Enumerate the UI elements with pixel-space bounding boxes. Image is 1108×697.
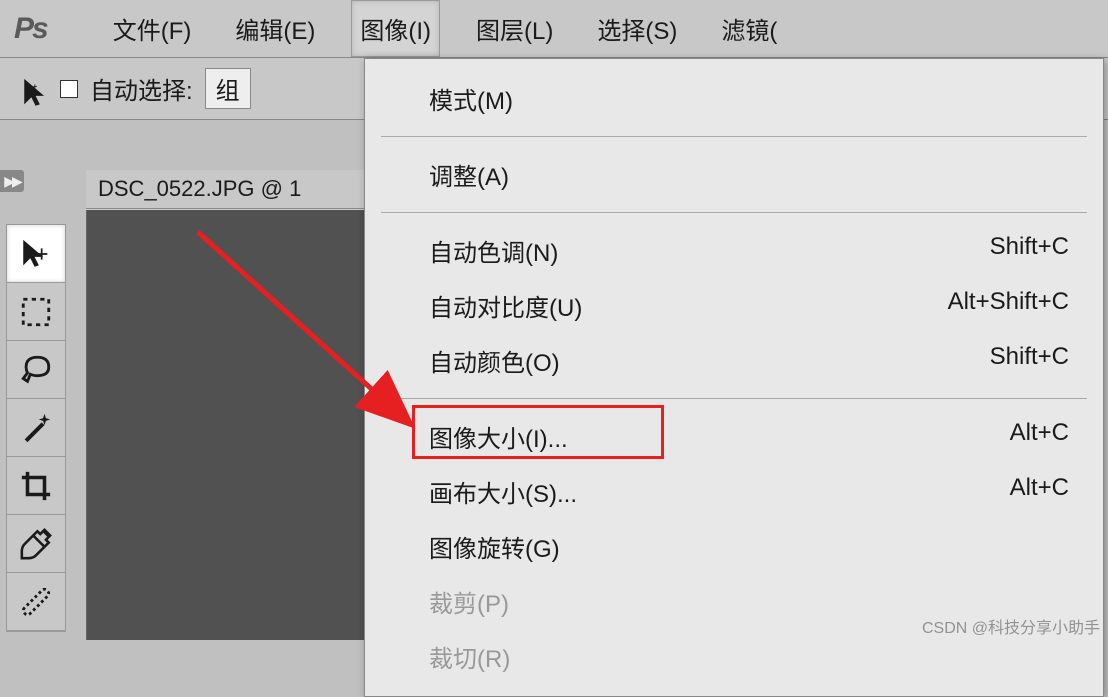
document-area: DSC_0522.JPG @ 1 (86, 170, 386, 640)
menu-layer[interactable]: 图层(L) (468, 1, 561, 56)
menu-image-rotation-label: 图像旋转(G) (429, 529, 560, 564)
magic-wand-tool[interactable] (7, 399, 65, 457)
menu-auto-tone-shortcut: Shift+C (990, 233, 1069, 268)
crop-tool-icon (19, 469, 53, 503)
menu-auto-color-label: 自动颜色(O) (429, 343, 560, 378)
menu-file[interactable]: 文件(F) (105, 1, 200, 56)
menu-filter[interactable]: 滤镜( (713, 1, 785, 56)
watermark: CSDN @科技分享小助手 (922, 614, 1100, 638)
menu-canvas-size-shortcut: Alt+C (1010, 474, 1069, 509)
healing-brush-tool-icon (19, 585, 53, 619)
menu-image-size[interactable]: 图像大小(I)... Alt+C (365, 409, 1103, 464)
auto-select-label: 自动选择: (90, 71, 193, 106)
menu-canvas-size[interactable]: 画布大小(S)... Alt+C (365, 464, 1103, 519)
auto-select-checkbox[interactable] (60, 80, 78, 98)
lasso-tool-icon (19, 353, 53, 387)
toolbox (6, 224, 66, 632)
move-tool[interactable] (7, 225, 65, 283)
image-menu-dropdown: 模式(M) 调整(A) 自动色调(N) Shift+C 自动对比度(U) Alt… (364, 58, 1104, 697)
menu-trim-label: 裁切(R) (429, 639, 510, 674)
menu-image-rotation[interactable]: 图像旋转(G) (365, 519, 1103, 574)
menu-separator (381, 398, 1087, 399)
menu-adjustments[interactable]: 调整(A) (365, 147, 1103, 202)
expand-panels-tab[interactable]: ▶▶ (0, 170, 24, 192)
menu-crop-label: 裁剪(P) (429, 584, 509, 619)
move-tool-icon (19, 237, 53, 271)
menu-auto-contrast[interactable]: 自动对比度(U) Alt+Shift+C (365, 278, 1103, 333)
menu-auto-tone[interactable]: 自动色调(N) Shift+C (365, 223, 1103, 278)
document-tab[interactable]: DSC_0522.JPG @ 1 (86, 170, 386, 209)
menu-canvas-size-label: 画布大小(S)... (429, 474, 577, 509)
menu-auto-contrast-shortcut: Alt+Shift+C (948, 288, 1069, 323)
menu-edit[interactable]: 编辑(E) (227, 1, 323, 56)
auto-select-dropdown[interactable]: 组 (205, 68, 251, 109)
healing-brush-tool[interactable] (7, 573, 65, 631)
menu-mode[interactable]: 模式(M) (365, 71, 1103, 126)
menu-separator (381, 136, 1087, 137)
eyedropper-tool-icon (19, 527, 53, 561)
canvas[interactable] (86, 210, 386, 640)
lasso-tool[interactable] (7, 341, 65, 399)
menu-auto-tone-label: 自动色调(N) (429, 233, 558, 268)
menu-image-size-label: 图像大小(I)... (429, 419, 568, 454)
ps-logo: Ps (14, 12, 47, 46)
menu-auto-color-shortcut: Shift+C (990, 343, 1069, 378)
menu-adjustments-label: 调整(A) (429, 157, 509, 192)
menu-separator (381, 212, 1087, 213)
menu-image[interactable]: 图像(I) (351, 0, 440, 57)
eyedropper-tool[interactable] (7, 515, 65, 573)
menu-image-size-shortcut: Alt+C (1010, 419, 1069, 454)
menu-auto-color[interactable]: 自动颜色(O) Shift+C (365, 333, 1103, 388)
marquee-tool[interactable] (7, 283, 65, 341)
menu-auto-contrast-label: 自动对比度(U) (429, 288, 582, 323)
marquee-tool-icon (19, 295, 53, 329)
menu-select[interactable]: 选择(S) (589, 1, 685, 56)
magic-wand-tool-icon (19, 411, 53, 445)
menu-mode-label: 模式(M) (429, 81, 513, 116)
move-tool-active-icon (20, 76, 54, 110)
crop-tool[interactable] (7, 457, 65, 515)
menu-bar: Ps 文件(F) 编辑(E) 图像(I) 图层(L) 选择(S) 滤镜( (0, 0, 1108, 58)
